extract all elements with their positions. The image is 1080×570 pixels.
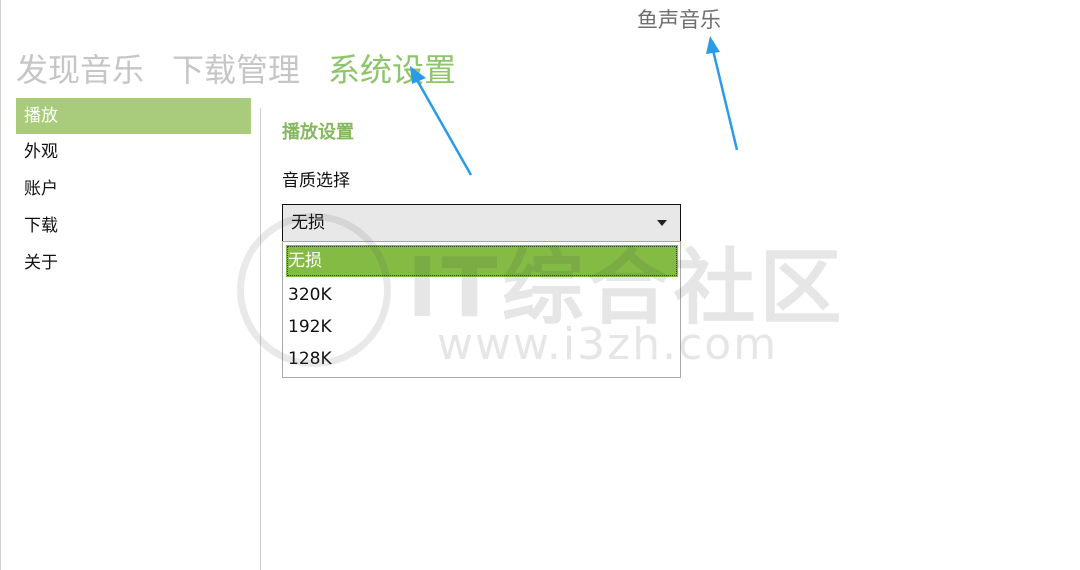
nav-tab-download-manager[interactable]: 下载管理 <box>172 48 300 92</box>
sidebar-item-account[interactable]: 账户 <box>16 171 251 208</box>
arrow-to-app-title <box>706 36 739 151</box>
quality-select-value: 无损 <box>291 213 325 233</box>
top-nav: 发现音乐 下载管理 系统设置 <box>16 48 484 92</box>
nav-tab-discover-music[interactable]: 发现音乐 <box>16 48 144 92</box>
app-title: 鱼声音乐 <box>637 8 721 32</box>
sidebar-item-about[interactable]: 关于 <box>16 245 251 282</box>
content-divider <box>260 108 261 570</box>
quality-dropdown-list: 无损 320K 192K 128K <box>282 241 681 378</box>
sidebar-item-download[interactable]: 下载 <box>16 208 251 245</box>
quality-option-320k[interactable]: 320K <box>283 279 680 311</box>
sidebar-item-playback[interactable]: 播放 <box>16 98 251 134</box>
quality-option-192k[interactable]: 192K <box>283 311 680 343</box>
chevron-down-icon[interactable] <box>657 220 667 226</box>
nav-tab-system-settings[interactable]: 系统设置 <box>328 48 456 92</box>
quality-label: 音质选择 <box>282 171 350 191</box>
section-title: 播放设置 <box>282 122 354 143</box>
window-left-border <box>0 0 1 570</box>
quality-select[interactable]: 无损 <box>282 204 681 242</box>
settings-sidebar: 播放 外观 账户 下载 关于 <box>16 98 251 282</box>
quality-option-lossless[interactable]: 无损 <box>286 245 678 277</box>
quality-option-128k[interactable]: 128K <box>283 343 680 375</box>
sidebar-item-appearance[interactable]: 外观 <box>16 134 251 171</box>
